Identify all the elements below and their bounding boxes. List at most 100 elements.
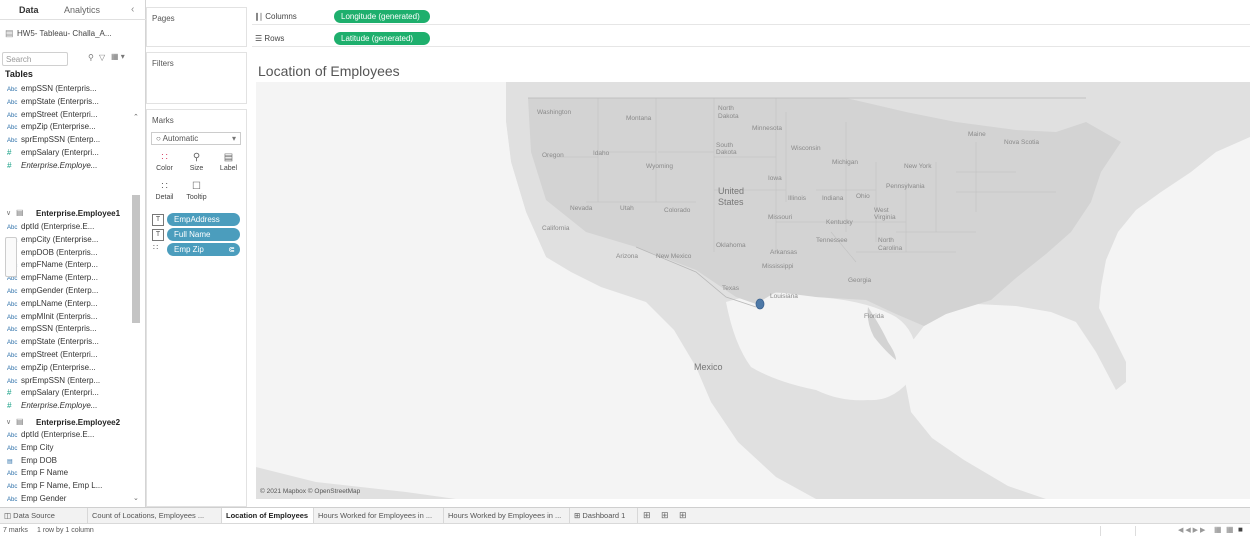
map-attribution[interactable]: © 2021 Mapbox © OpenStreetMap [260, 487, 361, 495]
scroll-down-icon[interactable]: ⌄ [133, 494, 139, 502]
show-filmstrip-icon[interactable]: ▦ [1214, 525, 1222, 534]
label-mexico: Mexico [694, 362, 723, 372]
rows-label-text: Rows [264, 34, 285, 43]
field-name: empZip (Enterprise... [21, 122, 96, 132]
mark-type-select[interactable]: ○ Automatic ▾ [151, 132, 241, 145]
field-item[interactable]: Abc sprEmpSSN (Enterp... [7, 376, 127, 388]
scroll-up-icon[interactable]: ⌃ [133, 113, 139, 121]
field-name: dptId (Enterprise.E... [21, 430, 95, 439]
tab-analytics[interactable]: Analytics [64, 5, 100, 15]
table-group-employee2[interactable]: Enterprise.Employee2 [36, 418, 120, 427]
tab-data-source-label: Data Source [13, 511, 55, 520]
tab-hours-worked-by[interactable]: Hours Worked by Employees in ... [444, 508, 570, 524]
tab-data[interactable]: Data [19, 5, 39, 15]
label-button[interactable]: ▤ Label [216, 151, 241, 177]
field-item[interactable]: Abc empZip (Enterprise... [7, 363, 127, 375]
detail-button[interactable]: ∷ Detail [152, 180, 177, 206]
label-mississippi: Mississippi [762, 263, 793, 270]
show-sheet-sorter-icon[interactable]: ▦ [1226, 525, 1234, 534]
table-group-employee1[interactable]: Enterprise.Employee1 [36, 209, 120, 218]
field-item[interactable]: Abc Emp Gender [7, 494, 127, 506]
new-worksheet-icon[interactable]: ⊞ [643, 510, 651, 521]
field-item[interactable]: Abc empLName (Enterp... [7, 299, 127, 311]
label-north-dakota-1: North [718, 105, 734, 112]
search-icon[interactable]: ⚲ [88, 53, 94, 62]
label-ohio: Ohio [856, 193, 870, 200]
rows-shelf[interactable]: ☰ Rows Latitude (generated) [252, 31, 1250, 47]
label-nova-scotia: Nova Scotia [1004, 139, 1039, 146]
field-item[interactable]: Abc dptId (Enterprise.E... [7, 222, 127, 234]
filters-card[interactable]: Filters [146, 52, 247, 104]
tab-data-source[interactable]: ◫ Data Source [0, 508, 88, 524]
label-arizona: Arizona [616, 253, 638, 260]
size-button[interactable]: ⚲ Size [184, 151, 209, 177]
datasource-name[interactable]: HW5- Tableau- Challa_A... [17, 29, 112, 38]
string-type-icon: Abc [7, 112, 18, 119]
pill-empaddress[interactable]: EmpAddress [167, 213, 240, 226]
label-label: Label [219, 165, 238, 172]
field-item[interactable]: Abc empStreet (Enterpri... [7, 110, 127, 122]
field-name: empState (Enterpris... [21, 96, 99, 106]
pill-latitude[interactable]: Latitude (generated) [334, 32, 430, 45]
string-type-icon: Abc [7, 471, 18, 478]
pill-longitude[interactable]: Longitude (generated) [334, 10, 430, 23]
color-button[interactable]: ∷ Color [152, 151, 177, 177]
new-dashboard-icon[interactable]: ⊞ [661, 510, 669, 521]
label-new-york: New York [904, 163, 932, 170]
field-item[interactable]: Abc Emp F Name [7, 468, 127, 480]
measure-icon: # [7, 148, 12, 157]
label-louisiana: Louisiana [770, 293, 798, 300]
tooltip-button[interactable]: ☐ Tooltip [184, 180, 209, 206]
label-south-dakota-1: South [716, 142, 733, 149]
field-item[interactable]: Abc dptId (Enterprise.E... [7, 430, 127, 442]
map-view[interactable]: Washington Montana North Dakota Minnesot… [256, 82, 1250, 499]
field-item[interactable]: Abc empSSN (Enterpris... [7, 324, 127, 336]
field-item[interactable]: Abc empState (Enterpris... [7, 97, 127, 109]
pill-full-name[interactable]: Full Name [167, 228, 240, 241]
field-item[interactable]: AbcempFName (Enterp... [7, 260, 127, 272]
new-story-icon[interactable]: ⊞ [679, 510, 687, 521]
tab-count-of-locations[interactable]: Count of Locations, Employees ... [88, 508, 222, 524]
tab-location-of-employees[interactable]: Location of Employees [222, 508, 314, 524]
chevron-down-icon[interactable]: ∨ [6, 209, 11, 217]
field-name: sprEmpSSN (Enterp... [21, 135, 101, 145]
tab-hours-worked-for[interactable]: Hours Worked for Employees in ... [314, 508, 444, 524]
marks-card-title: Marks [152, 116, 174, 125]
field-item[interactable]: AbcempCity (Enterprise... [7, 235, 127, 247]
data-mark-houston[interactable] [755, 298, 765, 310]
field-item[interactable]: # empSalary (Enterpri... [7, 148, 127, 160]
field-item[interactable]: Abc empZip (Enterprise... [7, 122, 127, 134]
pane-resize-handle[interactable] [5, 237, 17, 277]
field-item[interactable]: # empSalary (Enterpri... [7, 388, 127, 400]
field-item[interactable]: ▤empDOB (Enterpris... [7, 248, 127, 260]
chevron-down-icon[interactable]: ∨ [6, 418, 11, 426]
filter-icon[interactable]: ▽ [99, 53, 105, 62]
field-item[interactable]: Abc empState (Enterpris... [7, 337, 127, 349]
field-item[interactable]: Abc Emp City [7, 443, 127, 455]
field-item[interactable]: AbcempFName (Enterp... [7, 273, 127, 285]
pages-card[interactable]: Pages [146, 7, 247, 47]
label-texas: Texas [722, 285, 740, 292]
field-item[interactable]: ▤ Emp DOB [7, 456, 127, 468]
pill-emp-zip[interactable]: Emp Zip ⋐ [167, 243, 240, 256]
show-tabs-icon[interactable]: ■ [1238, 525, 1243, 534]
data-pane: Data Analytics ‹ ▤ HW5- Tableau- Challa_… [0, 0, 146, 507]
sheet-title[interactable]: Location of Employees [258, 63, 400, 79]
tab-dashboard-1[interactable]: ⊞ Dashboard 1 [570, 508, 638, 524]
field-item[interactable]: Abc empMInit (Enterpris... [7, 312, 127, 324]
collapse-pane-icon[interactable]: ‹ [131, 4, 134, 15]
field-item[interactable]: Abc empGender (Enterp... [7, 286, 127, 298]
field-item[interactable]: Abc empSSN (Enterpris... [7, 84, 127, 96]
field-item[interactable]: # Enterprise.Employe... [7, 401, 127, 413]
scrollbar-thumb[interactable] [132, 195, 140, 323]
tooltip-icon: ☐ [192, 181, 201, 192]
field-item[interactable]: # Enterprise.Employe... [7, 161, 127, 173]
field-item[interactable]: Abc Emp F Name, Emp L... [7, 481, 127, 493]
string-type-icon: Abc [7, 225, 18, 231]
field-item[interactable]: Abc empStreet (Enterpri... [7, 350, 127, 362]
columns-shelf[interactable]: ∥∣ Columns Longitude (generated) [252, 9, 1250, 25]
search-input[interactable]: Search [2, 52, 68, 66]
sheet-nav-icons[interactable]: ◀ ◀ ▶ ▶ [1178, 526, 1205, 534]
field-item[interactable]: Abc sprEmpSSN (Enterp... [7, 135, 127, 147]
view-options-icon[interactable]: ▦ ▾ [111, 52, 125, 61]
